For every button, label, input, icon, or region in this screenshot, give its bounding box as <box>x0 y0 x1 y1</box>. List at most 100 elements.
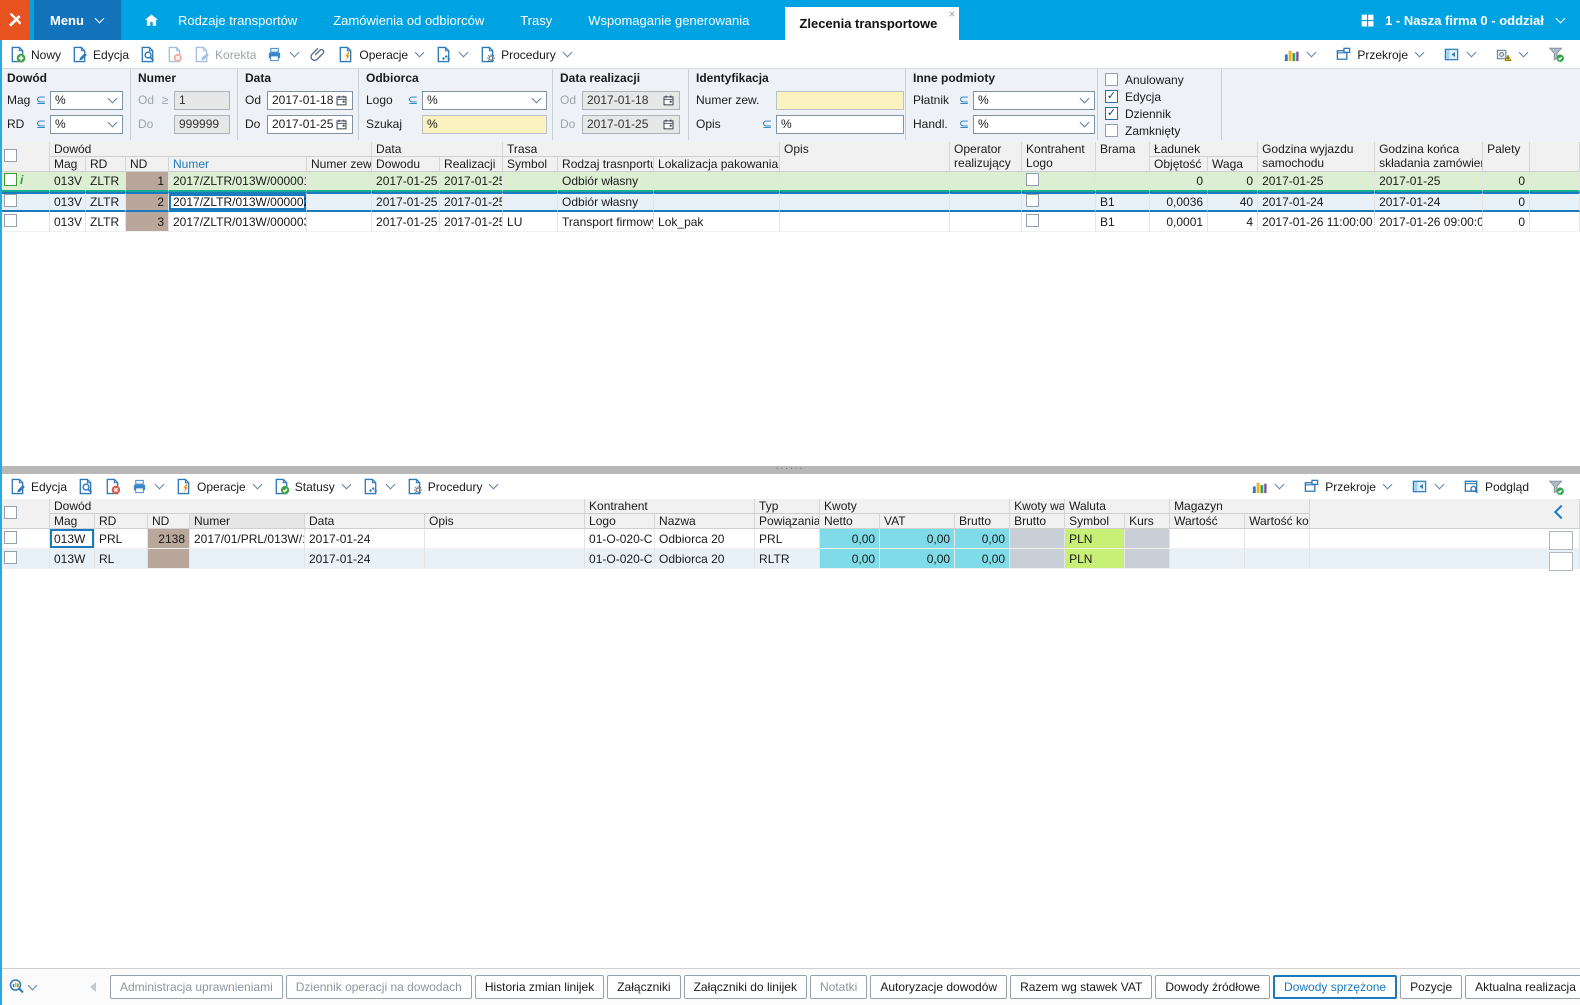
row-selector-cell[interactable] <box>0 212 50 232</box>
tab-zlecenia-transportowe-active[interactable]: Zlecenia transportowe × <box>785 7 960 40</box>
tab-trasy[interactable]: Trasy <box>520 13 552 28</box>
select-all-header[interactable] <box>0 499 50 529</box>
col-symbol[interactable]: Symbol <box>1065 514 1126 529</box>
zamkniety-checkbox[interactable] <box>1105 124 1118 137</box>
detail-collapse-button[interactable] <box>1411 478 1445 495</box>
scroll-tabs-left-icon[interactable] <box>90 982 96 992</box>
col-nd[interactable]: ND <box>148 514 190 529</box>
table-row[interactable]: i 013V ZLTR 1 2017/ZLTR/013W/000001 2017… <box>0 172 1580 192</box>
row-checkbox[interactable] <box>4 530 17 544</box>
chart-view-button[interactable] <box>1283 46 1317 63</box>
tab-razem-wg-stawek-vat[interactable]: Razem wg stawek VAT <box>1010 975 1153 999</box>
focused-cell[interactable]: 013W <box>50 529 95 549</box>
col-lokalizacja[interactable]: Lokalizacja pakowania <box>654 157 781 172</box>
bottom-search-button[interactable] <box>8 978 38 996</box>
detail-chart-button[interactable] <box>1251 478 1285 495</box>
col-rd[interactable]: RD <box>95 514 148 529</box>
detail-procedures-button[interactable]: Procedury <box>406 478 500 495</box>
flag-dziennik[interactable]: Dziennik <box>1105 105 1221 122</box>
col-waga[interactable]: Waga <box>1208 157 1259 172</box>
handl-select[interactable]: % <box>973 114 1095 134</box>
views-button[interactable]: Przekroje <box>1335 46 1425 63</box>
detail-delete-button[interactable] <box>104 478 121 495</box>
pane-splitter[interactable]: ∙∙∙∙∙∙ <box>0 464 1580 474</box>
row-checkbox[interactable] <box>4 173 17 187</box>
filter-active-button[interactable] <box>1547 45 1565 63</box>
col-data[interactable]: Data <box>305 514 425 529</box>
col-wartosc[interactable]: Wartość <box>1170 514 1246 529</box>
col-palety[interactable]: Palety <box>1483 142 1531 172</box>
opis-filter-input[interactable]: % <box>776 114 904 134</box>
col-dowodu[interactable]: Dowodu <box>372 157 441 172</box>
logo-checkbox[interactable] <box>1026 173 1040 186</box>
detail-filter-button[interactable] <box>1547 478 1565 496</box>
tab-rodzaje-transportow[interactable]: Rodzaje transportów <box>178 13 297 28</box>
col-godzina-konca[interactable]: Godzina końcaskładania zamówienia <box>1375 142 1484 172</box>
edycja-checkbox[interactable] <box>1105 90 1118 103</box>
data-od-input[interactable]: 2017-01-18 <box>267 90 353 110</box>
rd-filter-select[interactable]: % <box>50 114 123 134</box>
col-brutto-wal[interactable]: Brutto <box>1010 514 1066 529</box>
select-all-checkbox[interactable] <box>4 505 17 519</box>
mag-filter-select[interactable]: % <box>50 90 123 110</box>
operations-button[interactable]: Operacje <box>337 46 425 63</box>
tab-pozycje[interactable]: Pozycje <box>1400 975 1463 999</box>
col-brutto[interactable]: Brutto <box>955 514 1011 529</box>
row-selector-cell[interactable] <box>0 192 50 212</box>
table-row[interactable]: 013W PRL 2138 2017/01/PRL/013W/1 2017-01… <box>0 529 1580 549</box>
detail-print-button[interactable] <box>131 478 165 495</box>
row-checkbox[interactable] <box>4 194 17 207</box>
flag-zamkniety[interactable]: Zamknięty <box>1105 122 1221 139</box>
row-selector-cell[interactable] <box>0 549 50 569</box>
tab-zamowienia-od-odbiorcow[interactable]: Zamówienia od odbiorców <box>333 13 484 28</box>
odbiorca-szukaj-input[interactable]: % <box>422 114 547 134</box>
col-numer[interactable]: Numer <box>190 514 305 529</box>
detail-views-button[interactable]: Przekroje <box>1303 478 1393 495</box>
col-rodzaj-transportu[interactable]: Rodzaj trasnportu <box>558 157 655 172</box>
odbiorca-logo-select[interactable]: % <box>422 90 547 110</box>
close-tab-icon[interactable]: × <box>948 7 955 21</box>
col-nd[interactable]: ND <box>126 157 169 172</box>
side-scroll-box[interactable] <box>1549 552 1573 571</box>
table-row-selected[interactable]: 013V ZLTR 2 2017/ZLTR/013W/000002 2017-0… <box>0 192 1580 212</box>
row-checkbox[interactable] <box>4 213 17 227</box>
tab-aktualna-realizacja[interactable]: Aktualna realizacja <box>1465 975 1580 999</box>
table-row[interactable]: 013V ZLTR 3 2017/ZLTR/013W/000003 2017-0… <box>0 212 1580 232</box>
detail-edit-button[interactable]: Edycja <box>9 478 67 495</box>
tab-autoryzacje-dowodow[interactable]: Autoryzacje dowodów <box>870 975 1008 999</box>
edit-button[interactable]: Edycja <box>71 46 129 63</box>
col-wartosc-kor[interactable]: Wartość kor <box>1245 514 1311 529</box>
table-row[interactable]: 013W RL 2017-01-24 01-O-020-C Odbiorca 2… <box>0 549 1580 569</box>
col-realizacji[interactable]: Realizacji <box>440 157 504 172</box>
tab-dowody-zrodlowe[interactable]: Dowody źródłowe <box>1155 975 1271 999</box>
numer-zew-input[interactable] <box>776 90 904 110</box>
collapse-panel-button[interactable] <box>1443 46 1477 63</box>
detail-operations-button[interactable]: Operacje <box>175 478 263 495</box>
company-selector[interactable]: 1 - Nasza firma 0 - oddział <box>1360 13 1580 28</box>
anulowany-checkbox[interactable] <box>1105 73 1118 86</box>
collapse-left-icon[interactable] <box>1553 504 1569 520</box>
procedures-button[interactable]: Procedury <box>479 46 573 63</box>
tab-wspomaganie-generowania[interactable]: Wspomaganie generowania <box>588 13 749 28</box>
detail-find-button[interactable] <box>77 478 94 495</box>
row-selector-cell[interactable]: i <box>0 172 50 192</box>
settings-warning-button[interactable] <box>1495 46 1529 63</box>
row-selector-cell[interactable] <box>0 529 50 549</box>
detail-preview-button[interactable]: Podgląd <box>1463 478 1529 495</box>
menu-button[interactable]: Menu <box>34 0 121 40</box>
find-button[interactable] <box>139 46 156 63</box>
col-vat[interactable]: VAT <box>880 514 956 529</box>
row-checkbox[interactable] <box>4 550 17 564</box>
tab-zalaczniki[interactable]: Załączniki <box>607 975 681 999</box>
logo-checkbox[interactable] <box>1026 194 1040 207</box>
col-mag[interactable]: Mag <box>50 157 86 172</box>
attachments-button[interactable] <box>310 46 327 63</box>
col-operator[interactable]: Operator realizujący <box>950 142 1023 172</box>
col-kontrahent-logo[interactable]: Kontrahent Logo <box>1022 142 1097 172</box>
detail-related-button[interactable] <box>362 478 396 495</box>
platnik-select[interactable]: % <box>973 90 1095 110</box>
print-button[interactable] <box>266 46 300 63</box>
detail-statuses-button[interactable]: Statusy <box>273 478 352 495</box>
col-mag[interactable]: Mag <box>50 514 95 529</box>
col-opis[interactable]: Opis <box>780 142 951 172</box>
